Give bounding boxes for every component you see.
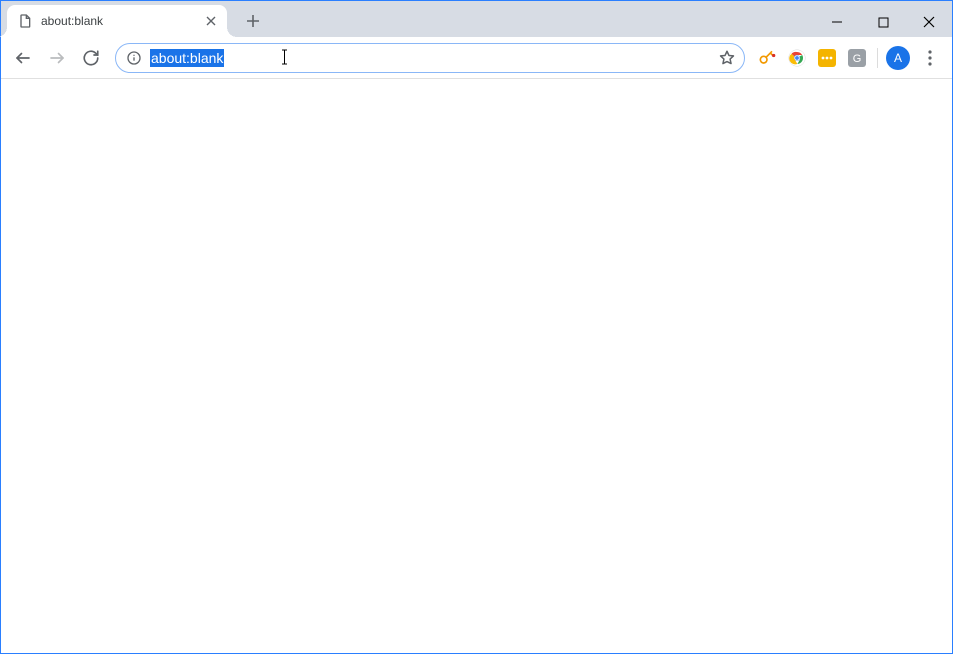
address-bar[interactable]: about:blank [115, 43, 745, 73]
page-content-blank [1, 79, 952, 653]
back-button[interactable] [7, 42, 39, 74]
tab-title: about:blank [41, 14, 203, 28]
bookmark-star-icon[interactable] [718, 49, 736, 67]
text-cursor-icon [280, 48, 281, 66]
svg-text:G: G [853, 53, 862, 65]
url-field[interactable]: about:blank [150, 44, 718, 72]
chrome-menu-button[interactable] [914, 42, 946, 74]
toolbar-separator [877, 48, 878, 68]
browser-window: about:blank [0, 0, 953, 654]
extension-orange-icon[interactable] [813, 44, 841, 72]
tab-close-button[interactable] [203, 13, 219, 29]
extension-key-icon[interactable] [753, 44, 781, 72]
file-icon [17, 13, 33, 29]
profile-avatar[interactable]: A [884, 44, 912, 72]
window-minimize-button[interactable] [814, 7, 860, 37]
new-tab-button[interactable] [239, 7, 267, 35]
tab-active[interactable]: about:blank [7, 5, 227, 37]
window-controls [814, 7, 952, 37]
forward-button[interactable] [41, 42, 73, 74]
site-info-icon[interactable] [126, 50, 142, 66]
avatar-initial: A [894, 51, 902, 65]
window-maximize-button[interactable] [860, 7, 906, 37]
tab-strip: about:blank [1, 1, 952, 37]
reload-button[interactable] [75, 42, 107, 74]
extension-grey-g-icon[interactable]: G [843, 44, 871, 72]
extension-chrome-icon[interactable] [783, 44, 811, 72]
window-close-button[interactable] [906, 7, 952, 37]
url-text-selected: about:blank [150, 49, 224, 67]
toolbar: about:blank [1, 37, 952, 79]
